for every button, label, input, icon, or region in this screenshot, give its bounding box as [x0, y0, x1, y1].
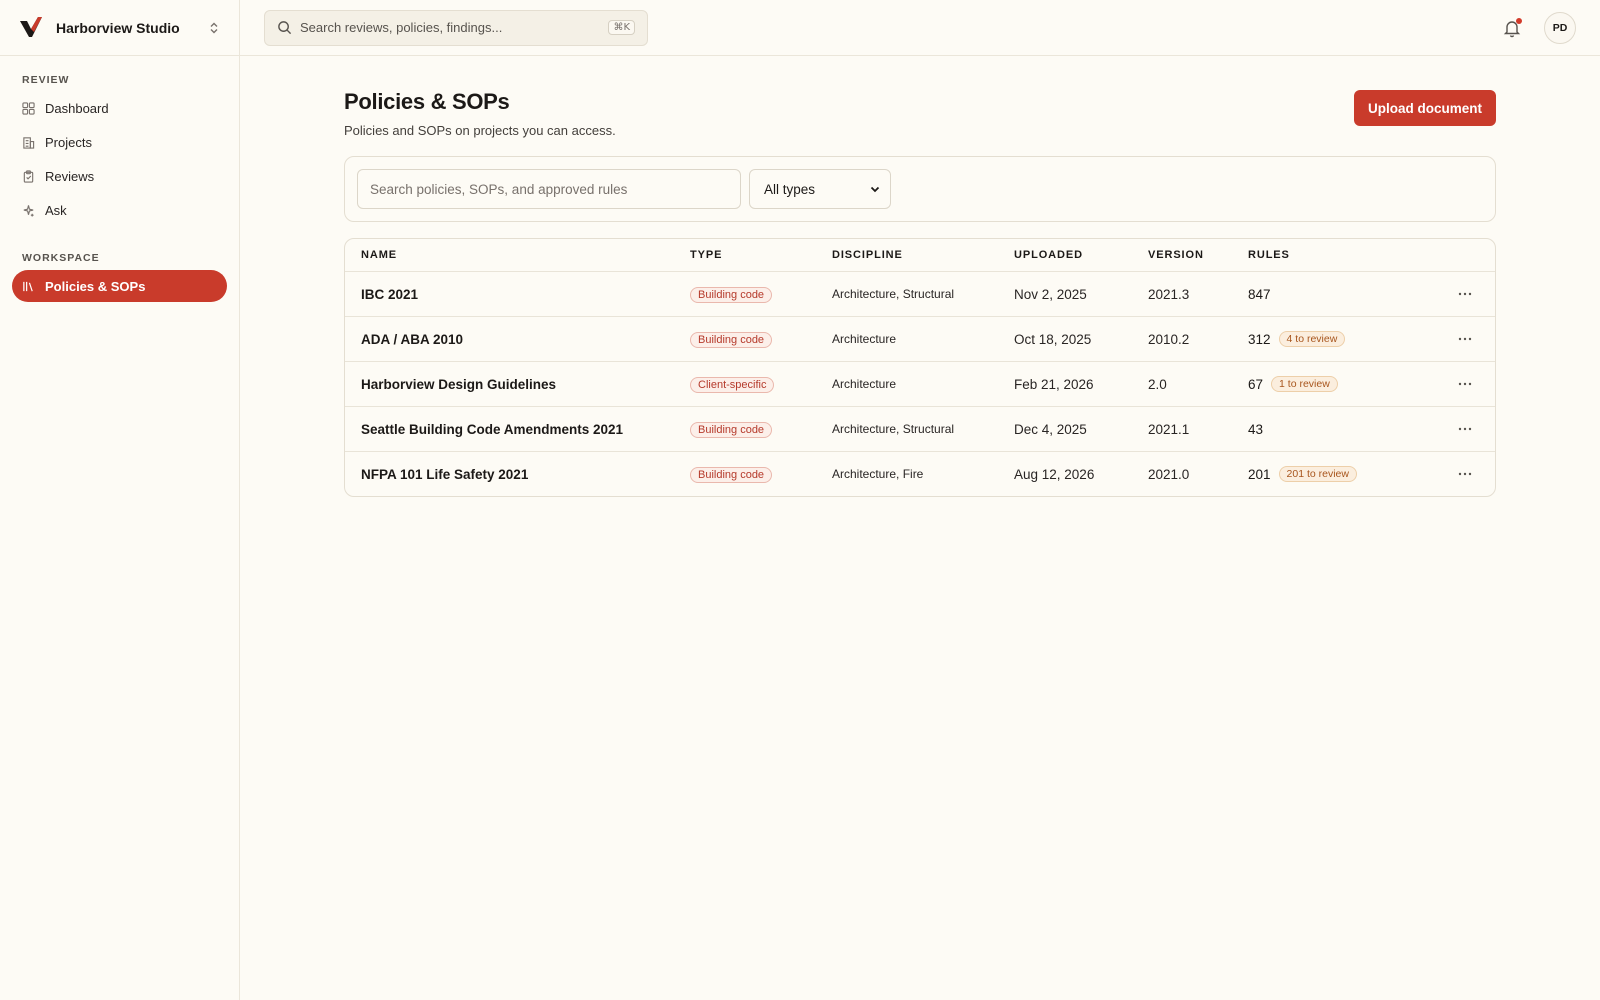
type-badge: Building code	[690, 331, 773, 348]
review-badge[interactable]: 1 to review	[1271, 376, 1338, 392]
avatar[interactable]: PD	[1544, 11, 1576, 44]
policy-discipline: Architecture, Structural	[832, 287, 955, 301]
type-badge: Building code	[690, 421, 773, 438]
building-icon	[23, 136, 35, 149]
row-actions-button[interactable]	[1435, 292, 1495, 296]
brand-logo-icon	[20, 16, 42, 37]
notifications-button[interactable]	[1502, 17, 1522, 38]
sidebar-item-label: Projects	[45, 134, 92, 150]
policy-discipline: Architecture	[832, 377, 897, 391]
table-row[interactable]: Harborview Design Guidelines Client-speci…	[345, 361, 1495, 406]
review-badge[interactable]: 4 to review	[1278, 331, 1346, 347]
table-row[interactable]: NFPA 101 Life Safety 2021 Building code Ar…	[345, 451, 1495, 496]
type-filter-value: All types	[764, 181, 816, 197]
row-actions-button[interactable]	[1435, 337, 1495, 341]
policy-uploaded: Dec 4, 2025	[1014, 421, 1087, 437]
policy-uploaded: Feb 21, 2026	[1014, 376, 1094, 392]
policy-name[interactable]: Harborview Design Guidelines	[345, 377, 690, 392]
search-icon	[278, 21, 292, 35]
policy-version: 2021.1	[1148, 421, 1190, 437]
rules-count: 201	[1248, 466, 1271, 482]
policy-discipline: Architecture, Fire	[832, 467, 924, 481]
nav-heading-review: REVIEW	[22, 74, 70, 86]
rules-count: 43	[1248, 421, 1264, 437]
table-row[interactable]: ADA / ABA 2010 Building code Architecture O…	[345, 316, 1495, 361]
policy-name[interactable]: NFPA 101 Life Safety 2021	[345, 467, 690, 482]
page-title: Policies & SOPs	[344, 89, 510, 114]
rules-count: 312	[1248, 331, 1271, 347]
policy-version: 2021.3	[1148, 286, 1190, 302]
column-header-type[interactable]: TYPE	[690, 249, 832, 261]
chevron-down-icon	[870, 186, 880, 193]
chevron-updown-icon	[210, 22, 218, 33]
column-header-name[interactable]: NAME	[345, 249, 690, 261]
sidebar-item-label: Reviews	[45, 168, 95, 184]
sidebar-item-ask[interactable]: Ask	[12, 194, 227, 226]
workspace-name: Harborview Studio	[56, 19, 180, 36]
table-row[interactable]: Seattle Building Code Amendments 2021 Bui…	[345, 406, 1495, 451]
sidebar-item-label: Dashboard	[45, 100, 109, 116]
more-horizontal-icon	[1458, 472, 1472, 476]
policies-table: NAME TYPE DISCIPLINE UPLOADED VERSION RU…	[344, 238, 1496, 497]
type-badge: Building code	[690, 286, 773, 303]
column-header-version[interactable]: VERSION	[1148, 249, 1248, 261]
type-badge: Client-specific	[690, 376, 775, 393]
column-header-uploaded[interactable]: UPLOADED	[1014, 249, 1148, 261]
sidebar-item-policies-sops[interactable]: Policies & SOPs	[12, 270, 227, 302]
workspace-switcher[interactable]: Harborview Studio	[0, 0, 239, 56]
filter-bar: All types	[344, 156, 1496, 222]
more-horizontal-icon	[1458, 427, 1472, 431]
policy-search-input[interactable]	[357, 169, 741, 209]
notification-dot	[1516, 17, 1522, 24]
type-badge: Building code	[690, 466, 773, 483]
policy-name[interactable]: Seattle Building Code Amendments 2021	[345, 422, 690, 437]
sidebar: Harborview Studio REVIEW Dashboard Proje…	[0, 0, 240, 1000]
policy-version: 2021.0	[1148, 466, 1190, 482]
shortcut-hint: ⌘K	[608, 20, 635, 35]
table-row[interactable]: IBC 2021 Building code Architecture, Struc…	[345, 271, 1495, 316]
page-subtitle: Policies and SOPs on projects you can ac…	[344, 123, 616, 138]
policy-version: 2.0	[1148, 376, 1167, 392]
table-header: NAME TYPE DISCIPLINE UPLOADED VERSION RU…	[345, 239, 1495, 271]
column-header-discipline[interactable]: DISCIPLINE	[832, 249, 1014, 261]
policy-discipline: Architecture, Structural	[832, 422, 955, 436]
global-search-placeholder: Search reviews, policies, findings...	[300, 20, 503, 35]
clipboard-icon	[23, 169, 34, 183]
more-horizontal-icon	[1458, 382, 1472, 386]
row-actions-button[interactable]	[1435, 382, 1495, 386]
sidebar-item-label: Policies & SOPs	[45, 278, 146, 294]
library-icon	[23, 281, 33, 291]
policy-uploaded: Nov 2, 2025	[1014, 286, 1087, 302]
policy-uploaded: Oct 18, 2025	[1014, 331, 1092, 347]
row-actions-button[interactable]	[1435, 472, 1495, 476]
table-body: IBC 2021 Building code Architecture, Struc…	[345, 271, 1495, 496]
column-header-rules[interactable]: RULES	[1248, 249, 1435, 261]
rules-count: 847	[1248, 286, 1271, 302]
sidebar-item-reviews[interactable]: Reviews	[12, 160, 227, 192]
upload-document-button[interactable]: Upload document	[1354, 90, 1496, 126]
policy-name[interactable]: IBC 2021	[345, 287, 690, 302]
review-badge[interactable]: 201 to review	[1278, 466, 1357, 482]
more-horizontal-icon	[1458, 292, 1472, 296]
sidebar-item-dashboard[interactable]: Dashboard	[12, 92, 227, 124]
policy-name[interactable]: ADA / ABA 2010	[345, 332, 690, 347]
global-search[interactable]: Search reviews, policies, findings... ⌘K	[264, 9, 648, 46]
sparkle-icon	[23, 204, 34, 217]
grid-icon	[22, 101, 35, 115]
policy-discipline: Architecture	[832, 332, 897, 346]
type-filter-select[interactable]: All types	[749, 169, 891, 209]
policy-version: 2010.2	[1148, 331, 1190, 347]
more-horizontal-icon	[1458, 337, 1472, 341]
nav-heading-workspace: WORKSPACE	[22, 252, 100, 264]
main-content: Policies & SOPs Policies and SOPs on pro…	[344, 56, 1496, 497]
topbar: Search reviews, policies, findings... ⌘K…	[240, 0, 1600, 56]
row-actions-button[interactable]	[1435, 427, 1495, 431]
rules-count: 67	[1248, 376, 1264, 392]
policy-uploaded: Aug 12, 2026	[1014, 466, 1095, 482]
sidebar-item-projects[interactable]: Projects	[12, 126, 227, 158]
sidebar-item-label: Ask	[45, 202, 67, 218]
